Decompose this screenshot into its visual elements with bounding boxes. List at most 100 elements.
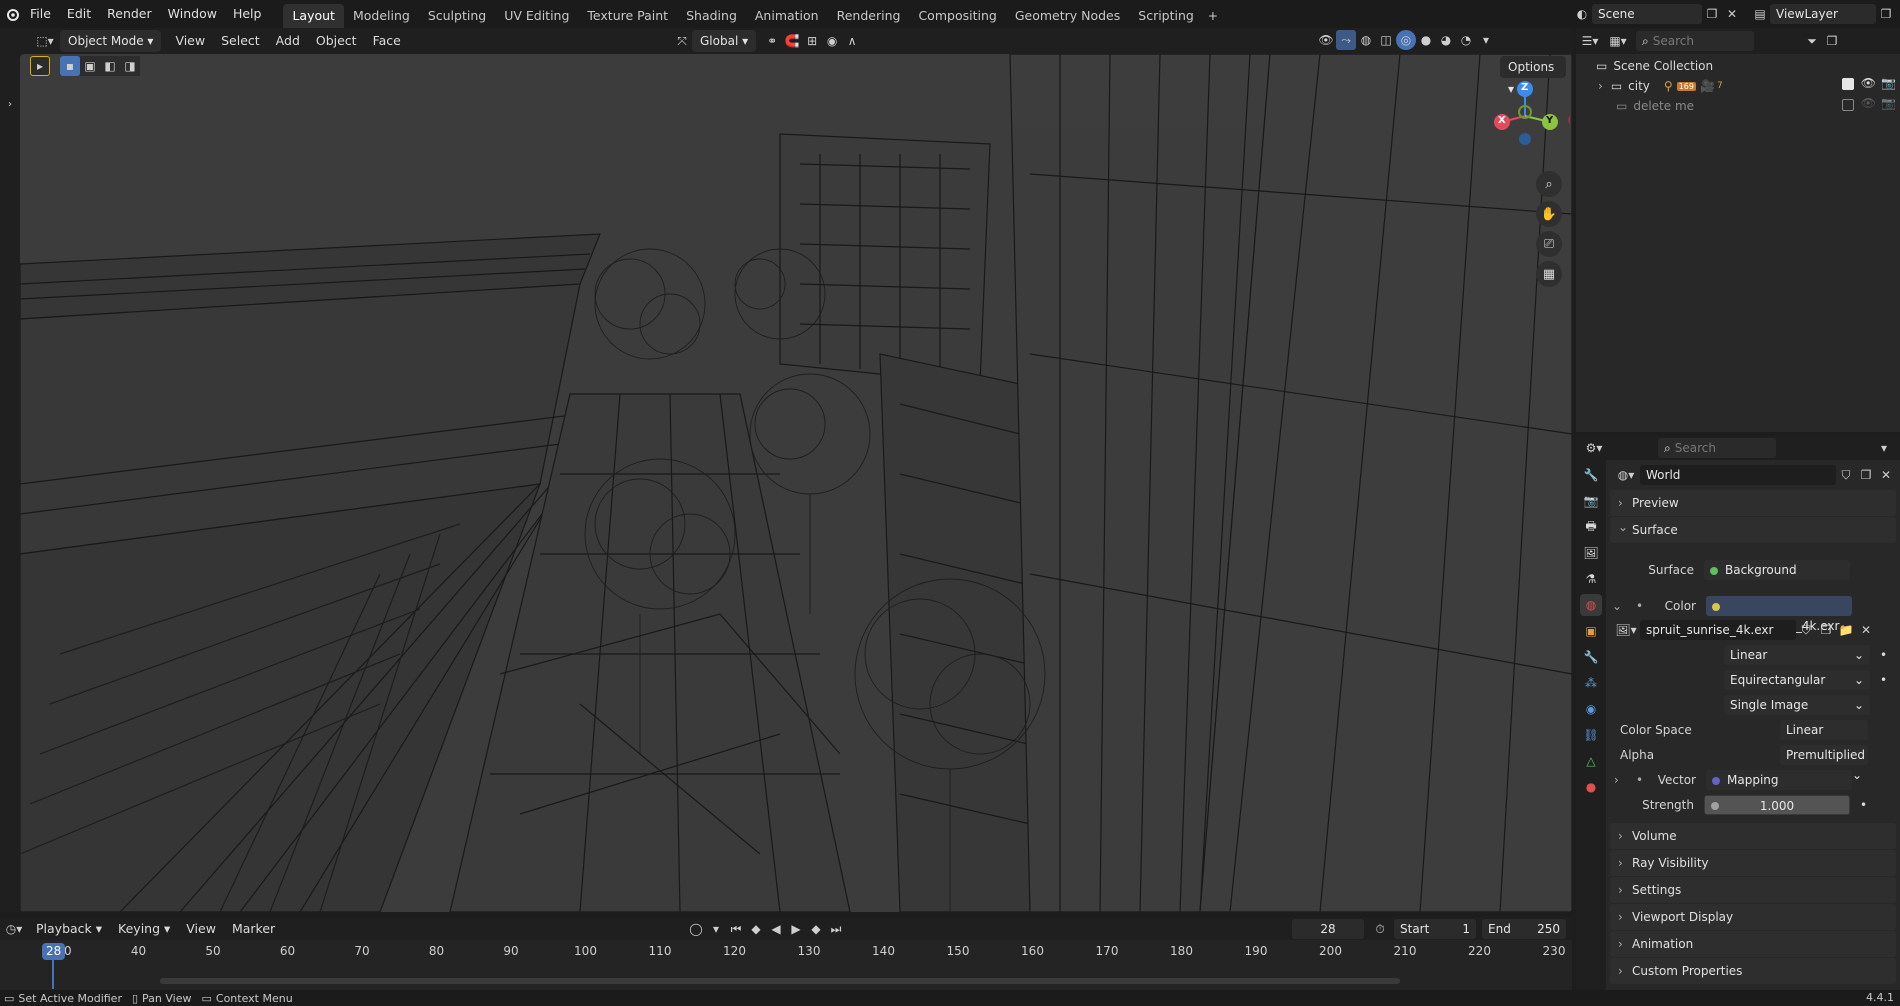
timeline-menu-playback[interactable]: Playback ▾ bbox=[28, 918, 110, 940]
viewport-menu-add[interactable]: Add bbox=[268, 30, 308, 52]
visibility-eye-icon[interactable]: 👁 bbox=[1861, 96, 1876, 110]
panel-custom-properties[interactable]: Custom Properties bbox=[1610, 958, 1896, 984]
exclude-checkbox[interactable] bbox=[1842, 99, 1854, 111]
outliner-item-city[interactable]: › ▭ city ⚲ 169 🎥 7 👁 📷 bbox=[1576, 76, 1900, 96]
camera-view-icon[interactable]: ⎚ bbox=[1536, 231, 1562, 257]
select-subtract-icon[interactable]: ◧ bbox=[100, 56, 120, 76]
outliner-editor-icon[interactable]: ☰▾ bbox=[1576, 31, 1604, 51]
properties-options-icon[interactable]: ▾ bbox=[1874, 438, 1894, 458]
shading-options-icon[interactable]: ▾ bbox=[1476, 30, 1496, 50]
display-mode-icon[interactable]: ▦▾ bbox=[1604, 31, 1632, 51]
world-browse-icon[interactable]: ◍▾ bbox=[1612, 465, 1640, 485]
3d-viewport[interactable]: Options ▾ ▸ ▪ ▣ ◧ ◨ Z Y X ⌕ ✋ ⎚ ▦ bbox=[20, 54, 1572, 912]
gizmo-toggle-icon[interactable]: ⤳ bbox=[1336, 30, 1356, 50]
navigation-gizmo[interactable]: Z Y X bbox=[1480, 74, 1572, 164]
xray-icon[interactable]: ◫ bbox=[1376, 30, 1396, 50]
start-frame-field[interactable]: Start 1 bbox=[1394, 919, 1476, 939]
next-keyframe-icon[interactable]: ◆ bbox=[806, 919, 826, 939]
modifier-tab-icon[interactable]: 🔧 bbox=[1580, 646, 1602, 668]
select-tool-icon[interactable]: ▸ bbox=[30, 56, 50, 76]
scene-icon[interactable]: ◐ bbox=[1572, 4, 1592, 24]
playhead-marker[interactable]: 28 bbox=[42, 943, 66, 960]
render-camera-icon[interactable]: 📷 bbox=[1881, 76, 1896, 90]
transform-orientation-icon[interactable]: ⤧ bbox=[672, 31, 692, 51]
world-name-field[interactable]: World bbox=[1640, 465, 1836, 485]
image-name-field[interactable]: spruit_sunrise_4k.exr bbox=[1640, 620, 1796, 640]
viewport-menu-object[interactable]: Object bbox=[308, 30, 365, 52]
timeline-menu-keying[interactable]: Keying ▾ bbox=[110, 918, 178, 940]
panel-settings[interactable]: Settings bbox=[1610, 877, 1896, 903]
ortho-grid-icon[interactable]: ▦ bbox=[1536, 261, 1562, 287]
panel-animation[interactable]: Animation bbox=[1610, 931, 1896, 957]
fake-user-icon[interactable]: ⛉ bbox=[1836, 465, 1856, 485]
menu-window[interactable]: Window bbox=[160, 0, 225, 28]
outliner-search-field[interactable]: ⌕ Search bbox=[1636, 31, 1754, 51]
particles-tab-icon[interactable]: ⁂ bbox=[1580, 672, 1602, 694]
data-tab-icon[interactable]: △ bbox=[1580, 750, 1602, 772]
auto-key-options-icon[interactable]: ▾ bbox=[706, 919, 726, 939]
new-scene-icon[interactable]: ❐ bbox=[1702, 4, 1722, 24]
material-tab-icon[interactable]: ● bbox=[1580, 776, 1602, 798]
color-input-field[interactable]: spruit_sunrise_4k.exr bbox=[1706, 596, 1852, 633]
outliner-item-delete-me[interactable]: ▭ delete me 👁 📷 bbox=[1576, 96, 1900, 116]
select-extend-icon[interactable]: ▣ bbox=[80, 56, 100, 76]
tool-tab-icon[interactable]: 🔧 bbox=[1580, 464, 1602, 486]
viewport-menu-view[interactable]: View bbox=[167, 30, 213, 52]
snap-target-icon[interactable]: ⊞ bbox=[802, 31, 822, 51]
material-shading-icon[interactable]: ◕ bbox=[1436, 30, 1456, 50]
transform-orientation-dropdown[interactable]: Global ▾ bbox=[692, 30, 757, 52]
falloff-icon[interactable]: ∧ bbox=[842, 31, 862, 51]
color-space-dropdown[interactable]: Linear Rec....⌄ bbox=[1780, 720, 1868, 757]
editor-type-icon[interactable]: ⬚▾ bbox=[30, 31, 60, 51]
vector-expand-icon[interactable]: › bbox=[1614, 773, 1628, 787]
frame-ruler[interactable]: 3040506070809010011012013014015016017018… bbox=[0, 940, 1572, 962]
tab-compositing[interactable]: Compositing bbox=[909, 4, 1005, 28]
render-camera-icon[interactable]: 📷 bbox=[1881, 96, 1896, 110]
preview-range-icon[interactable]: ⏱ bbox=[1370, 919, 1390, 939]
world-tab-icon[interactable]: ◍ bbox=[1580, 594, 1602, 616]
jump-end-icon[interactable]: ⏭ bbox=[826, 919, 846, 939]
jump-start-icon[interactable]: ⏮ bbox=[726, 919, 746, 939]
snap-icon[interactable]: 🧲 bbox=[782, 31, 802, 51]
visibility-eye-icon[interactable]: 👁 bbox=[1861, 76, 1876, 90]
solid-shading-icon[interactable]: ● bbox=[1416, 30, 1436, 50]
panel-preview[interactable]: Preview bbox=[1610, 490, 1896, 516]
tab-layout[interactable]: Layout bbox=[283, 4, 344, 28]
delete-scene-icon[interactable]: ✕ bbox=[1722, 4, 1742, 24]
image-browse-icon[interactable]: 🖼▾ bbox=[1612, 620, 1640, 640]
tab-geometry-nodes[interactable]: Geometry Nodes bbox=[1006, 4, 1129, 28]
current-frame-field[interactable]: 28 bbox=[1292, 919, 1364, 939]
menu-render[interactable]: Render bbox=[99, 0, 160, 28]
vector-input-field[interactable]: Mapping bbox=[1706, 770, 1852, 790]
play-reverse-icon[interactable]: ◀ bbox=[766, 919, 786, 939]
prev-keyframe-icon[interactable]: ◆ bbox=[746, 919, 766, 939]
toolbar-expand-icon[interactable]: › bbox=[0, 94, 20, 114]
view-layer-icon[interactable]: ▤ bbox=[1750, 4, 1770, 24]
zoom-icon[interactable]: ⌕ bbox=[1536, 171, 1562, 197]
exclude-checkbox[interactable] bbox=[1842, 78, 1854, 90]
scene-name-field[interactable]: Scene bbox=[1592, 4, 1702, 24]
pivot-icon[interactable]: ⚭ bbox=[762, 31, 782, 51]
play-icon[interactable]: ▶ bbox=[786, 919, 806, 939]
image-duplicate-icon[interactable]: ❐ bbox=[1816, 620, 1836, 640]
strength-slider[interactable]: 1.000 bbox=[1704, 795, 1850, 815]
overlays-icon[interactable]: ◍ bbox=[1356, 30, 1376, 50]
projection-keyframe-dot[interactable]: • bbox=[1880, 673, 1887, 687]
object-mode-dropdown[interactable]: Object Mode ▾ bbox=[60, 30, 162, 52]
image-unlink-icon[interactable]: ✕ bbox=[1856, 620, 1876, 640]
image-fake-user-icon[interactable]: ⛉ bbox=[1796, 620, 1816, 640]
properties-search-field[interactable]: ⌕ Search bbox=[1658, 438, 1776, 458]
select-intersect-icon[interactable]: ◨ bbox=[120, 56, 140, 76]
panel-surface[interactable]: Surface bbox=[1610, 514, 1896, 543]
scene-tab-icon[interactable]: ⚗ bbox=[1580, 568, 1602, 590]
viewport-menu-face[interactable]: Face bbox=[365, 30, 409, 52]
projection-dropdown[interactable]: Equirectangular ⌄ bbox=[1724, 670, 1870, 690]
wireframe-shading-icon[interactable]: ◎ bbox=[1396, 30, 1416, 50]
menu-edit[interactable]: Edit bbox=[59, 0, 99, 28]
auto-key-icon[interactable]: ◯ bbox=[686, 919, 706, 939]
end-frame-field[interactable]: End 250 bbox=[1482, 919, 1566, 939]
pan-hand-icon[interactable]: ✋ bbox=[1536, 201, 1562, 227]
constraints-tab-icon[interactable]: ⛓ bbox=[1580, 724, 1602, 746]
timeline-scrollbar[interactable] bbox=[160, 978, 1400, 984]
visibility-icon[interactable]: 👁 bbox=[1316, 30, 1336, 50]
